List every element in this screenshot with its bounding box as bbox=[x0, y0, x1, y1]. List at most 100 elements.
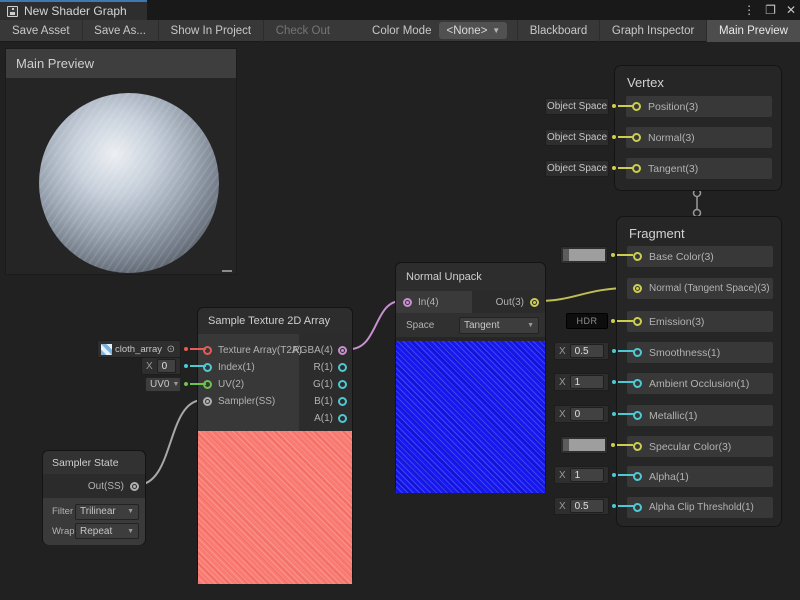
object-space-label: Object Space bbox=[547, 132, 607, 143]
connector-stub bbox=[617, 320, 633, 322]
output-g: G(1) bbox=[313, 376, 347, 392]
chevron-down-icon: ▼ bbox=[492, 26, 500, 35]
connector-dot bbox=[612, 349, 616, 353]
connector-stub bbox=[190, 365, 206, 367]
connector-dot bbox=[184, 382, 188, 386]
a-port[interactable] bbox=[338, 414, 347, 423]
ambient-occlusion-port[interactable] bbox=[633, 379, 642, 388]
output-label: Out(3) bbox=[496, 297, 524, 308]
object-space-dropdown[interactable]: Object Space bbox=[545, 160, 609, 177]
alpha-clip-threshold-port[interactable] bbox=[633, 503, 642, 512]
node-fragment[interactable]: Fragment Base Color(3) Normal (Tangent S… bbox=[616, 216, 782, 527]
wrap-row: Wrap Repeat ▼ bbox=[52, 523, 139, 539]
swatch-color bbox=[569, 439, 605, 451]
show-in-project-button[interactable]: Show In Project bbox=[159, 20, 264, 42]
connector-stub bbox=[618, 505, 634, 507]
b-port[interactable] bbox=[338, 397, 347, 406]
axis-label: X bbox=[559, 377, 566, 388]
metallic-port[interactable] bbox=[633, 411, 642, 420]
connector-stub bbox=[190, 348, 206, 350]
alpha-clip-threshold-widget: X0.5 bbox=[554, 497, 634, 515]
node-sample-texture-2d-array[interactable]: Sample Texture 2D Array Texture Array(T2… bbox=[197, 307, 353, 583]
connector-dot bbox=[611, 253, 615, 257]
connector-dot bbox=[184, 347, 188, 351]
emission-port[interactable] bbox=[633, 317, 642, 326]
float-field[interactable]: X1 bbox=[554, 373, 609, 391]
object-space-dropdown[interactable]: Object Space bbox=[545, 129, 609, 146]
specular-color-port[interactable] bbox=[633, 442, 642, 451]
smoothness-port[interactable] bbox=[633, 348, 642, 357]
value-input[interactable]: 0.5 bbox=[570, 499, 604, 513]
color-swatch[interactable] bbox=[560, 246, 608, 264]
menu-icon[interactable]: ⋮ bbox=[743, 4, 755, 16]
tab-new-shader-graph[interactable]: New Shader Graph bbox=[0, 0, 147, 20]
window-controls: ⋮ ❐ ✕ bbox=[743, 0, 796, 20]
input-uv: UV(2) bbox=[203, 376, 244, 392]
output-a: A(1) bbox=[314, 410, 347, 426]
slot-label: Normal(3) bbox=[648, 132, 695, 144]
wrap-dropdown[interactable]: Repeat ▼ bbox=[75, 523, 139, 539]
sampler-port[interactable] bbox=[203, 397, 212, 406]
maximize-icon[interactable]: ❐ bbox=[765, 4, 776, 16]
alpha-port[interactable] bbox=[633, 472, 642, 481]
main-preview-button[interactable]: Main Preview bbox=[707, 20, 800, 42]
sample-texture-preview bbox=[198, 431, 352, 584]
float-field[interactable]: X0 bbox=[554, 405, 609, 423]
node-normal-unpack[interactable]: Normal Unpack In(4) Out(3) Space Tangent… bbox=[395, 262, 546, 492]
input-label: Texture Array(T2A) bbox=[218, 345, 302, 356]
input-label: UV(2) bbox=[218, 379, 244, 390]
float-field[interactable]: X 0 bbox=[141, 357, 181, 375]
main-preview-header[interactable]: Main Preview bbox=[6, 49, 236, 78]
base-color-widget bbox=[560, 246, 633, 264]
edge-samplerstate-to-sampler[interactable] bbox=[137, 400, 203, 485]
connector-stub bbox=[617, 254, 633, 256]
sampler-state-title: Sampler State bbox=[43, 451, 145, 474]
connector-dot bbox=[184, 364, 188, 368]
connector-stub bbox=[618, 413, 634, 415]
object-space-dropdown[interactable]: Object Space bbox=[545, 98, 609, 115]
connector-dot bbox=[612, 504, 616, 508]
value-input[interactable]: 0.5 bbox=[570, 344, 604, 358]
main-preview-title: Main Preview bbox=[16, 56, 94, 71]
float-field[interactable]: X 0.5 bbox=[554, 342, 609, 360]
preview-resize-handle[interactable] bbox=[222, 270, 232, 272]
value-input[interactable]: 0 bbox=[157, 359, 176, 373]
save-asset-button[interactable]: Save Asset bbox=[0, 20, 82, 42]
filter-dropdown[interactable]: Trilinear ▼ bbox=[75, 504, 139, 520]
value-input[interactable]: 0 bbox=[570, 407, 604, 421]
node-vertex[interactable]: Vertex Position(3) Normal(3) Tangent(3) bbox=[614, 65, 782, 191]
graph-inspector-button[interactable]: Graph Inspector bbox=[600, 20, 706, 42]
save-as-button[interactable]: Save As... bbox=[82, 20, 158, 42]
axis-label: X bbox=[559, 346, 566, 357]
rgba-port[interactable] bbox=[338, 346, 347, 355]
float-field[interactable]: X0.5 bbox=[554, 497, 609, 515]
space-dropdown[interactable]: Tangent ▼ bbox=[459, 317, 539, 334]
value-input[interactable]: 1 bbox=[570, 468, 604, 482]
output-label: R(1) bbox=[314, 362, 333, 373]
normal-tangent-port[interactable] bbox=[633, 284, 642, 293]
base-color-port[interactable] bbox=[633, 252, 642, 261]
out-port[interactable] bbox=[530, 298, 539, 307]
fragment-node-title: Fragment bbox=[617, 217, 781, 241]
in-port[interactable] bbox=[403, 298, 412, 307]
connector-dot bbox=[612, 473, 616, 477]
close-icon[interactable]: ✕ bbox=[786, 4, 796, 16]
value-input[interactable]: 1 bbox=[570, 375, 604, 389]
edge-rgba-to-in[interactable] bbox=[350, 301, 401, 349]
object-picker-icon[interactable]: ⊙ bbox=[167, 344, 175, 355]
uv-channel-dropdown[interactable]: UV0 ▼ bbox=[145, 377, 181, 392]
node-sampler-state[interactable]: Sampler State Out(SS) Filter Trilinear ▼… bbox=[42, 450, 146, 545]
output-out-ss: Out(SS) bbox=[43, 474, 145, 498]
texture-object-field[interactable]: cloth_array ⊙ bbox=[97, 340, 181, 358]
color-mode-dropdown[interactable]: <None> ▼ bbox=[439, 22, 507, 39]
blackboard-button[interactable]: Blackboard bbox=[518, 20, 600, 42]
r-port[interactable] bbox=[338, 363, 347, 372]
hdr-color-swatch[interactable]: HDR bbox=[566, 313, 608, 329]
graph-canvas[interactable]: Main Preview Vertex Position(3) Normal(3… bbox=[0, 42, 800, 600]
float-field[interactable]: X1 bbox=[554, 466, 609, 484]
swatch-color bbox=[569, 249, 605, 261]
g-port[interactable] bbox=[338, 380, 347, 389]
slot-label: Ambient Occlusion(1) bbox=[649, 378, 749, 390]
color-swatch[interactable] bbox=[560, 436, 608, 454]
out-ss-port[interactable] bbox=[130, 482, 139, 491]
